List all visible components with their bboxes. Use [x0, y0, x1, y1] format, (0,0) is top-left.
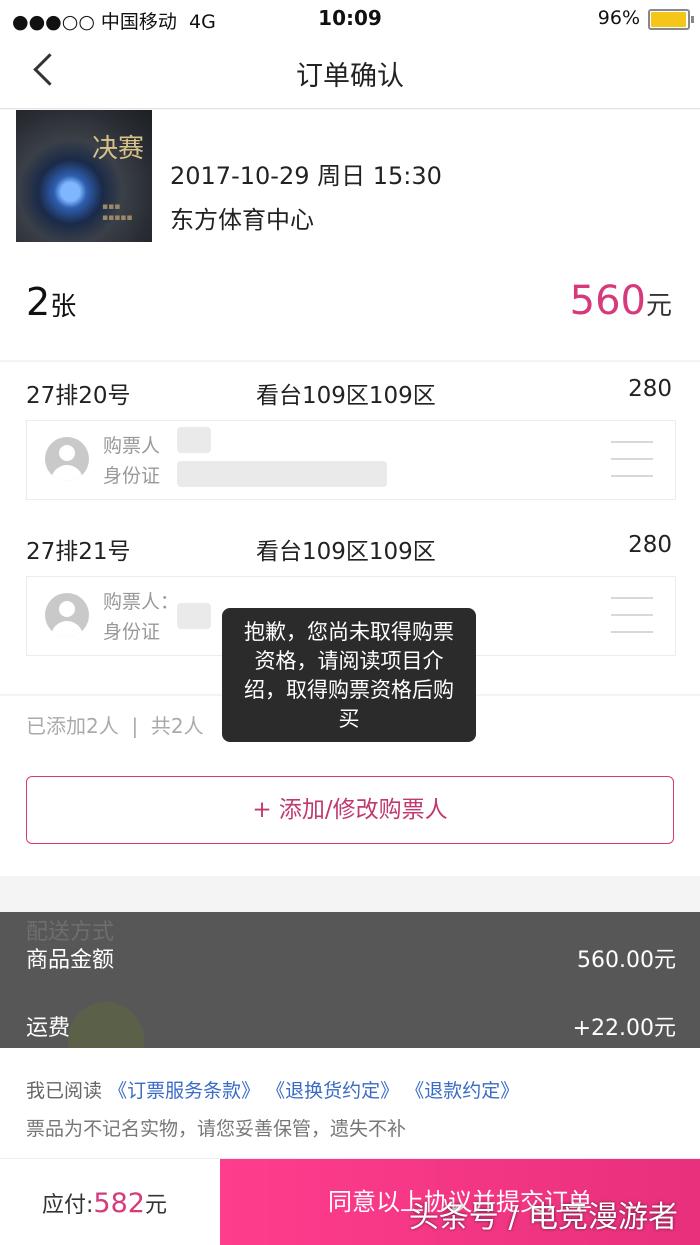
redacted-block [177, 461, 387, 487]
refund-link[interactable]: 《退款约定》 [405, 1080, 519, 1102]
menu-lines-icon[interactable] [611, 439, 653, 479]
toast-message: 抱歉，您尚未取得购票资格，请阅读项目介绍，取得购票资格后购买 [222, 608, 476, 742]
ticket-total: 560元 [569, 278, 672, 324]
status-time: 10:09 [318, 6, 382, 30]
seat-row: 27排20号 看台109区109区 280 [0, 370, 700, 410]
pay-amount: 应付:582元 [42, 1188, 167, 1219]
event-card: 决赛 ▪▪▪ ▪▪▪▪▪ 2017-10-29 周日 15:30 东方体育中心 2… [0, 110, 700, 360]
agreement-prefix: 我已阅读 [26, 1080, 103, 1102]
buyer-count: 已添加2人 | 共2人 [26, 714, 204, 738]
watermark: 头条号 / 电竞漫游者 [408, 1200, 678, 1235]
poster-fineprint: ▪▪▪ ▪▪▪▪▪ [102, 202, 133, 223]
status-bar: ●●●○○ 中国移动 4G 10:09 96% [0, 0, 700, 36]
buyer-label: 购票人 [103, 435, 161, 457]
seat-number: 27排21号 [26, 539, 131, 565]
seat-price: 280 [628, 376, 672, 402]
menu-lines-icon[interactable] [611, 595, 653, 635]
agreement-section: 我已阅读 《订票服务条款》 《退换货约定》 《退款约定》 票品为不记名实物，请您… [0, 1048, 700, 1158]
id-label: 身份证 [103, 621, 161, 643]
event-venue: 东方体育中心 [170, 206, 314, 234]
price-summary: 配送方式 商品金额 560.00元 运费 +22.00元 [0, 912, 700, 1078]
seat-price: 280 [628, 532, 672, 558]
seat-area: 看台109区109区 [256, 539, 436, 565]
seat-area: 看台109区109区 [256, 383, 436, 409]
add-buyer-button[interactable]: + 添加/修改购票人 [26, 776, 674, 844]
battery-icon [648, 9, 694, 30]
page-title: 订单确认 [296, 61, 404, 92]
seat-row: 27排21号 看台109区109区 280 [0, 526, 700, 566]
ticket-quantity: 2张 [26, 280, 77, 324]
exchange-link[interactable]: 《退换货约定》 [266, 1080, 399, 1102]
seat-number: 27排20号 [26, 383, 131, 409]
battery-percent: 96% [597, 7, 640, 29]
event-poster: 决赛 ▪▪▪ ▪▪▪▪▪ [16, 110, 152, 242]
redacted-block [177, 427, 211, 453]
shipping-value: +22.00元 [572, 1016, 676, 1041]
id-label: 身份证 [103, 465, 161, 487]
agreement-line: 我已阅读 《订票服务条款》 《退换货约定》 《退款约定》 [26, 1076, 519, 1103]
terms-link[interactable]: 《订票服务条款》 [108, 1080, 260, 1102]
agreement-notice: 票品为不记名实物，请您妥善保管，遗失不补 [26, 1118, 407, 1140]
goods-amount-label: 商品金额 [26, 948, 115, 973]
redacted-block [177, 603, 211, 629]
shipping-label: 运费 [26, 1016, 71, 1041]
avatar-icon [45, 437, 89, 481]
avatar-icon [45, 593, 89, 637]
event-datetime: 2017-10-29 周日 15:30 [170, 162, 442, 190]
goods-amount-value: 560.00元 [577, 948, 676, 973]
buyer-label: 购票人： [103, 591, 180, 613]
poster-title: 决赛 [92, 134, 145, 164]
buyer-card[interactable]: 购票人 身份证 [26, 420, 676, 500]
nav-bar: 订单确认 [0, 36, 700, 109]
